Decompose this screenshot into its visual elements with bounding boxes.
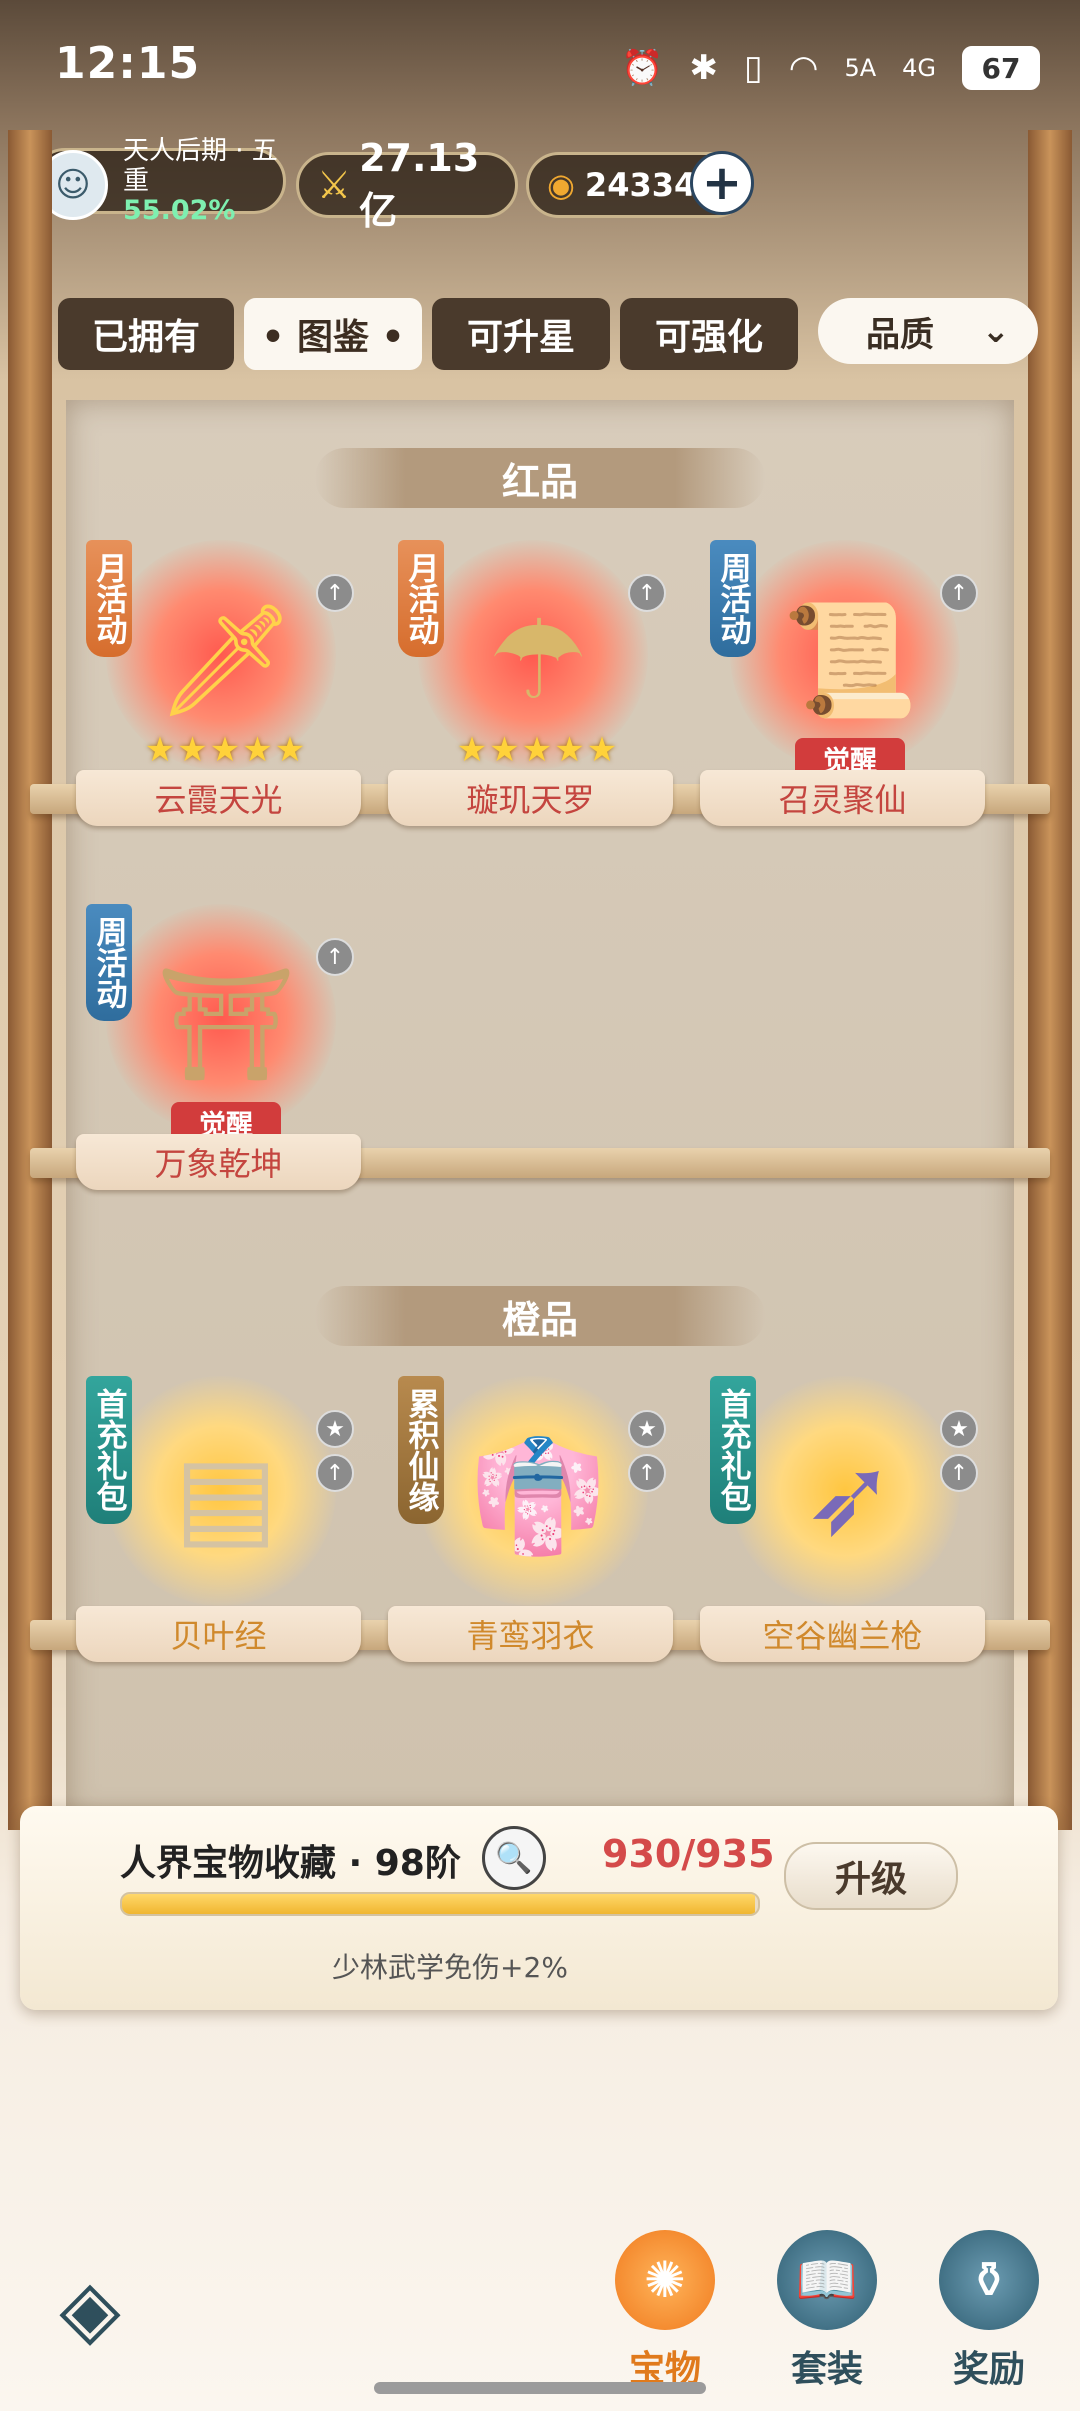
upgrade-arrow-icon: ↑ [940,1454,978,1492]
treasure-card[interactable]: 首充礼包 ★ ↑ ➶ 空谷幽兰枪 [700,1366,990,1666]
section-title-red: 红品 [315,448,765,508]
treasure-card[interactable]: 周活动 ↑ ⛩ 觉醒 万象乾坤 [76,894,366,1194]
source-tag: 周活动 [86,904,132,1021]
source-tag: 首充礼包 [86,1376,132,1524]
currency-value: 24334 [584,166,697,204]
home-indicator[interactable] [374,2382,706,2394]
battery-icon: 67 [962,46,1040,90]
nav-reward[interactable]: ⚱ 奖励 [924,2230,1054,2410]
umbrella-icon: ☂ [488,596,588,724]
upgrade-arrow-icon: ↑ [316,938,354,976]
add-currency-button[interactable]: + [690,151,754,215]
rank-progress: 55.02% [123,195,236,226]
menu-logo-icon[interactable]: ◈ [40,2258,140,2358]
star-icon: ★ [316,1410,354,1448]
upgrade-arrow-icon: ↑ [940,574,978,612]
reward-pot-icon: ⚱ [939,2230,1039,2330]
source-tag: 月活动 [398,540,444,657]
nav-label: 套装 [790,2349,863,2390]
treasure-name: 云霞天光 [76,770,361,826]
treasure-name: 空谷幽兰枪 [700,1606,985,1662]
treasure-name: 青鸾羽衣 [388,1606,673,1662]
upgrade-arrow-icon: ↑ [316,1454,354,1492]
treasure-card[interactable]: 首充礼包 ★ ↑ ▤ 贝叶经 [76,1366,366,1666]
combat-power[interactable]: ⚔ 27.13亿 [296,136,518,233]
power-icon: ⚔ [317,163,352,207]
upgrade-arrow-icon: ↑ [628,574,666,612]
status-bar: 12:15 ⏰ ✱ ▯ ◠ 5A 4G 67 [0,0,1080,130]
search-icon[interactable]: 🔍 [482,1826,546,1890]
collection-title: 人界宝物收藏 · 98阶 [120,1843,461,1884]
section-title-orange: 橙品 [315,1286,765,1346]
status-icons: ⏰ ✱ ▯ ◠ 5A 4G 67 [621,46,1040,90]
bluetooth-icon: ✱ [689,48,719,88]
coin-icon: ◉ [547,166,575,204]
treasure-card[interactable]: 月活动 ↑ ☂ ★★★★★ 璇玑天罗 [388,530,678,830]
collection-count: 930/935 [602,1832,775,1876]
tab-enhance[interactable]: 可强化 [620,298,798,370]
scripture-icon: ▤ [174,1432,278,1560]
treasure-name: 万象乾坤 [76,1134,361,1190]
star-icon: ★ [628,1410,666,1448]
source-tag: 首充礼包 [710,1376,756,1524]
progress-fill [122,1894,755,1914]
filter-label: 品质 [866,314,934,355]
wifi-icon: ◠ [788,48,819,88]
right-pillar [1028,130,1072,1830]
vibrate-icon: ▯ [744,48,763,88]
source-tag: 累积仙缘 [398,1376,444,1524]
tab-catalog[interactable]: • 图鉴 • [244,298,422,370]
upgrade-button[interactable]: 升级 [784,1842,958,1910]
tab-star-up[interactable]: 可升星 [432,298,610,370]
star-rating: ★★★★★ [144,730,308,770]
treasure-icon: ✺ [615,2230,715,2330]
treasure-name: 贝叶经 [76,1606,361,1662]
nav-label: 奖励 [952,2349,1025,2390]
rank-name: 天人后期 · 五重 [123,136,278,196]
clock: 12:15 [55,38,201,89]
alarm-icon: ⏰ [621,48,664,88]
star-rating: ★★★★★ [456,730,620,770]
star-icon: ★ [940,1410,978,1448]
tab-owned[interactable]: 已拥有 [58,298,234,370]
collection-bonus: 少林武学免伤+2% [332,1951,568,1984]
book-icon: 📖 [777,2230,877,2330]
treasure-card[interactable]: 月活动 ↑ 🗡 ★★★★★ 云霞天光 [76,530,366,830]
treasure-card[interactable]: 周活动 ↑ 📜 觉醒 召灵聚仙 [700,530,990,830]
quality-filter-dropdown[interactable]: 品质 ⌄ [818,298,1038,364]
nav-set[interactable]: 📖 套装 [762,2230,892,2410]
upgrade-arrow-icon: ↑ [316,574,354,612]
treasure-name: 璇玑天罗 [388,770,673,826]
treasure-name: 召灵聚仙 [700,770,985,826]
chevron-down-icon: ⌄ [981,311,1011,351]
collection-progress-bar [120,1892,760,1916]
scroll-icon: 📜 [781,595,919,724]
spear-icon: ➶ [803,1432,897,1560]
source-tag: 周活动 [710,540,756,657]
treasure-card[interactable]: 累积仙缘 ★ ↑ 👘 青鸾羽衣 [388,1366,678,1666]
signal-5g-label: 5A [844,54,877,82]
sword-icon: 🗡 [156,595,296,724]
upgrade-arrow-icon: ↑ [628,1454,666,1492]
collection-panel: 人界宝物收藏 · 98阶 🔍 930/935 升级 少林武学免伤+2% [20,1806,1058,2010]
source-tag: 月活动 [86,540,132,657]
feather-robe-icon: 👘 [469,1431,607,1560]
cauldron-icon: ⛩ [156,959,296,1088]
left-pillar [8,130,52,1830]
signal-4g-label: 4G [902,54,936,82]
power-value: 27.13亿 [359,135,480,233]
